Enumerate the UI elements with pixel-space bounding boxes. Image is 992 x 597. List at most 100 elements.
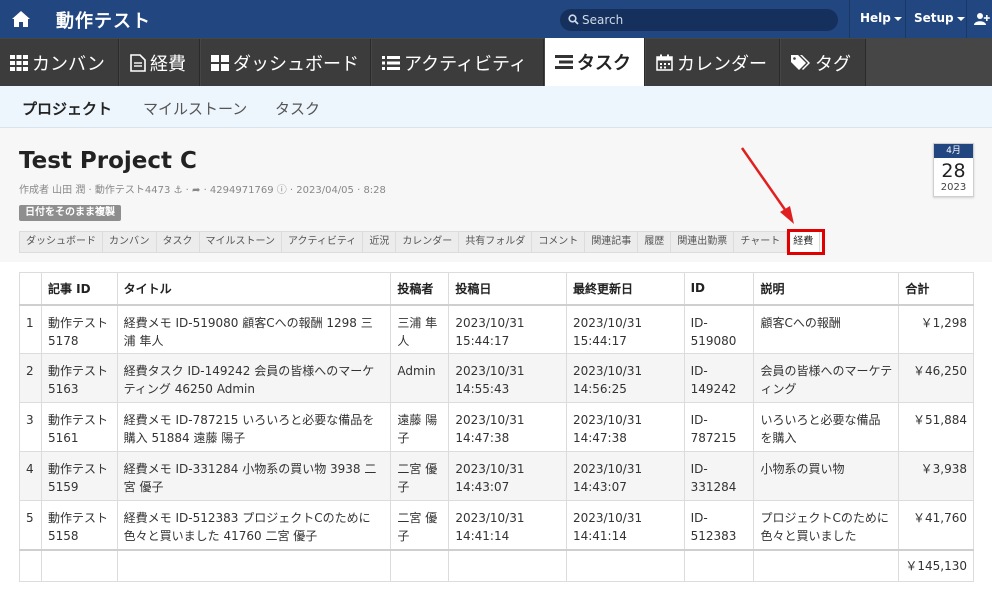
tab-activity[interactable]: アクティビティ (372, 39, 544, 86)
updated-date: 2023/10/31 14:56:25 (565, 353, 685, 403)
project-tab-shared-folder[interactable]: 共有フォルダ (459, 231, 533, 253)
highlight-box (787, 229, 825, 255)
tab-expenses[interactable]: 経費 (120, 39, 200, 86)
help-menu[interactable]: Help (860, 11, 902, 25)
app-title: 動作テスト (56, 11, 151, 32)
col-header-title[interactable]: タイトル (116, 272, 392, 306)
title-link[interactable]: 経費メモ ID-512383 プロジェクトCのために色々と買いました 41760… (116, 500, 392, 550)
project-tab-milestones[interactable]: マイルストーン (199, 231, 282, 253)
article-id-link[interactable]: 動作テスト5161 (40, 402, 118, 452)
sub-nav: プロジェクト マイルストーン タスク (0, 86, 992, 128)
document-icon (130, 53, 146, 72)
project-tab-tasks[interactable]: タスク (156, 231, 200, 253)
col-header-posted[interactable]: 投稿日 (448, 272, 567, 306)
search-box[interactable] (560, 9, 838, 31)
article-id-link[interactable]: 動作テスト5158 (40, 500, 118, 550)
project-tab-kanban[interactable]: カンバン (103, 231, 157, 253)
tab-kanban[interactable]: カンバン (0, 39, 119, 86)
row-index: 5 (19, 500, 42, 550)
project-tab-activity[interactable]: アクティビティ (282, 231, 364, 253)
total-amount: ￥41,760 (898, 500, 974, 550)
copy-with-dates-button[interactable]: 日付をそのまま複製 (19, 205, 121, 221)
col-header-description[interactable]: 説明 (753, 272, 900, 306)
calendar-icon (656, 54, 673, 71)
article-id-link[interactable]: 動作テスト5178 (40, 304, 118, 354)
subnav-item-tasks[interactable]: タスク (275, 98, 320, 119)
total-amount: ￥1,298 (898, 304, 974, 354)
col-header-article-id[interactable]: 記事 ID (40, 272, 118, 306)
record-id: ID-512383 (683, 500, 755, 550)
add-user-icon[interactable] (974, 12, 990, 26)
author-link[interactable]: Admin (390, 353, 450, 403)
tab-label: タグ (815, 53, 851, 75)
subnav-item-milestones[interactable]: マイルストーン (143, 98, 247, 119)
tab-tags[interactable]: タグ (781, 39, 866, 86)
arrow-annotation-icon (740, 147, 794, 224)
footer-cell (683, 548, 755, 582)
footer-cell (448, 548, 567, 582)
project-tab-related-articles[interactable]: 関連記事 (585, 231, 639, 253)
article-id-link[interactable]: 動作テスト5163 (40, 353, 118, 403)
article-id-link[interactable]: 動作テスト5159 (40, 451, 118, 501)
home-icon[interactable] (10, 8, 32, 30)
project-meta: 作成者 山田 潤 · 動作テスト4473 ⚓ · ➦ · 4294971769 … (19, 185, 386, 196)
description: 会員の皆様へのマーケティング (753, 353, 900, 403)
table-row[interactable]: 2 動作テスト5163 経費タスク ID-149242 会員の皆様へのマーケティ… (19, 353, 974, 403)
search-icon (568, 14, 579, 25)
table-header-row: 記事 ID タイトル 投稿者 投稿日 最終更新日 ID 説明 合計 (19, 272, 974, 306)
project-tab-chart[interactable]: チャート (734, 231, 788, 253)
author-link[interactable]: 二宮 優子 (390, 451, 450, 501)
posted-date: 2023/10/31 14:41:14 (448, 500, 567, 550)
tab-label: 経費 (150, 53, 186, 75)
grid-icon (10, 54, 28, 71)
tab-calendar[interactable]: カレンダー (646, 39, 780, 86)
author-link[interactable]: 二宮 優子 (390, 500, 450, 550)
title-link[interactable]: 経費メモ ID-331284 小物系の買い物 3938 二宮 優子 (116, 451, 392, 501)
project-tab-calendar[interactable]: カレンダー (396, 231, 460, 253)
main-nav: カンバン 経費 ダッシュボード アクティビティ タスク カレンダー タグ (0, 38, 992, 86)
date-day: 28 (941, 160, 966, 182)
title-link[interactable]: 経費タスク ID-149242 会員の皆様へのマーケティング 46250 Adm… (116, 353, 392, 403)
setup-menu[interactable]: Setup (914, 11, 965, 25)
footer-cell (565, 548, 685, 582)
col-header-author[interactable]: 投稿者 (390, 272, 450, 306)
updated-date: 2023/10/31 14:47:38 (565, 402, 685, 452)
col-header-total[interactable]: 合計 (898, 272, 974, 306)
posted-date: 2023/10/31 15:44:17 (448, 304, 567, 354)
updated-date: 2023/10/31 14:43:07 (565, 451, 685, 501)
table-footer-row: ￥145,130 (19, 548, 974, 582)
author-link[interactable]: 遠藤 陽子 (390, 402, 450, 452)
table-row[interactable]: 1 動作テスト5178 経費メモ ID-519080 顧客Cへの報酬 1298 … (19, 304, 974, 354)
date-month: 4月 (934, 144, 973, 158)
footer-cell (19, 548, 42, 582)
footer-cell (753, 548, 900, 582)
table-row[interactable]: 5 動作テスト5158 経費メモ ID-512383 プロジェクトCのために色々… (19, 500, 974, 550)
subnav-item-project[interactable]: プロジェクト (22, 98, 112, 119)
updated-date: 2023/10/31 14:41:14 (565, 500, 685, 550)
posted-date: 2023/10/31 14:55:43 (448, 353, 567, 403)
title-link[interactable]: 経費メモ ID-787215 いろいろと必要な備品を購入 51884 遠藤 陽子 (116, 402, 392, 452)
topbar-divider (966, 0, 967, 38)
title-link[interactable]: 経費メモ ID-519080 顧客Cへの報酬 1298 三浦 隼人 (116, 304, 392, 354)
search-input[interactable] (582, 12, 822, 28)
row-index: 4 (19, 451, 42, 501)
list-icon (382, 55, 400, 70)
tab-dashboard[interactable]: ダッシュボード (201, 39, 371, 86)
project-tab-related-timesheets[interactable]: 関連出勤票 (671, 231, 735, 253)
tab-tasks[interactable]: タスク (545, 38, 645, 86)
chevron-down-icon (956, 16, 965, 21)
description: 小物系の買い物 (753, 451, 900, 501)
project-tab-dashboard[interactable]: ダッシュボード (19, 231, 103, 253)
help-label: Help (860, 11, 891, 25)
col-header-id[interactable]: ID (683, 272, 755, 306)
col-header-updated[interactable]: 最終更新日 (565, 272, 685, 306)
project-tab-comments[interactable]: コメント (532, 231, 586, 253)
tab-label: アクティビティ (404, 53, 527, 75)
chevron-down-icon (893, 16, 902, 21)
project-tab-history[interactable]: 履歴 (638, 231, 672, 253)
table-row[interactable]: 3 動作テスト5161 経費メモ ID-787215 いろいろと必要な備品を購入… (19, 402, 974, 452)
setup-label: Setup (914, 11, 954, 25)
table-row[interactable]: 4 動作テスト5159 経費メモ ID-331284 小物系の買い物 3938 … (19, 451, 974, 501)
author-link[interactable]: 三浦 隼人 (390, 304, 450, 354)
project-tab-status[interactable]: 近況 (363, 231, 397, 253)
